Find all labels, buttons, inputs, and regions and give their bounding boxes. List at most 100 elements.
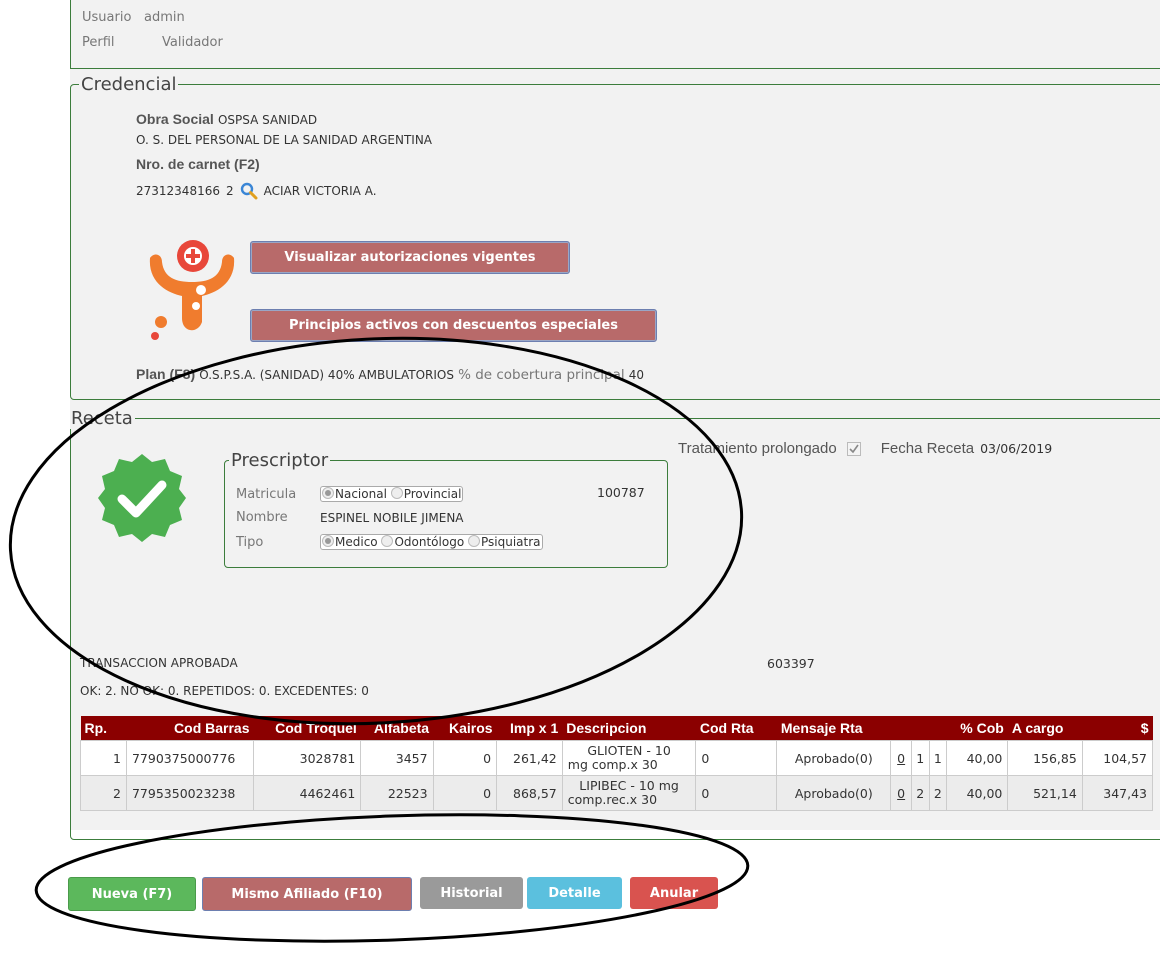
perfil-value: Validador bbox=[162, 35, 223, 50]
col-kairos: Kairos bbox=[433, 716, 497, 741]
prescriptor-legend: Prescriptor bbox=[231, 450, 329, 471]
cell-mensaje-rta: Aprobado(0) bbox=[776, 740, 892, 776]
cell-cod-rta: 0 bbox=[695, 740, 778, 776]
historial-button[interactable]: Historial bbox=[420, 877, 523, 909]
user-info-box bbox=[70, 0, 1160, 69]
carnet-number: 27312348166 bbox=[136, 184, 220, 198]
cell-pesos: 347,43 bbox=[1081, 775, 1154, 811]
cell-alfabeta: 3457 bbox=[360, 740, 434, 776]
table-row: 1 7790375000776 3028781 3457 0 261,42 GL… bbox=[80, 740, 1154, 776]
cell-link[interactable]: 0 bbox=[890, 775, 913, 811]
afiliado-name: ACIAR VICTORIA A. bbox=[263, 184, 377, 198]
nueva-button[interactable]: Nueva (F7) bbox=[68, 877, 196, 911]
plan-row: Plan (F8) O.S.P.S.A. (SANIDAD) 40% AMBUL… bbox=[136, 366, 644, 383]
tipo-option-psiquiatra: Psiquiatra bbox=[481, 535, 541, 549]
obra-social-label: Obra Social bbox=[136, 111, 214, 127]
perfil-row: Perfil Validador bbox=[82, 35, 223, 50]
cell-cob: 40,00 bbox=[946, 775, 1009, 811]
usuario-row: Usuario admin bbox=[82, 10, 185, 25]
cobertura-value: 40 bbox=[628, 368, 645, 382]
desc-line1: LIPIBEC - 10 mg bbox=[579, 778, 679, 793]
tipo-psiquiatra-radio[interactable] bbox=[468, 535, 480, 547]
carnet-row: 27312348166 2 ACIAR VICTORIA A. bbox=[136, 182, 377, 200]
desc-line1: GLIOTEN - 10 bbox=[587, 743, 671, 758]
fecha-receta-label: Fecha Receta bbox=[880, 440, 975, 457]
matricula-radio-group: Nacional Provincial bbox=[320, 486, 464, 502]
credencial-legend: Credencial bbox=[81, 74, 177, 95]
col-rp: Rp. bbox=[80, 716, 127, 741]
plan-label: Plan (F8) bbox=[136, 366, 196, 382]
cell-kairos: 0 bbox=[432, 740, 498, 776]
matricula-nacional-radio[interactable] bbox=[322, 487, 334, 499]
cell-pesos: 104,57 bbox=[1081, 740, 1154, 776]
receta-legend: Receta bbox=[71, 408, 133, 429]
matricula-option-nacional: Nacional bbox=[335, 487, 387, 501]
cell-rp: 1 bbox=[80, 740, 127, 776]
tipo-row: Tipo Medico Odontólogo Psiquiatra bbox=[236, 534, 543, 550]
tipo-odontologo-radio[interactable] bbox=[381, 535, 394, 547]
visualizar-autorizaciones-button[interactable]: Visualizar autorizaciones vigentes bbox=[250, 241, 570, 274]
nombre-row: Nombre ESPINEL NOBILE JIMENA bbox=[236, 510, 464, 525]
plan-value: O.S.P.S.A. (SANIDAD) 40% AMBULATORIOS bbox=[199, 368, 454, 382]
cell-c2: 2 bbox=[928, 775, 948, 811]
col-cob: % Cob bbox=[946, 716, 1008, 741]
cell-cod-troquel: 4462461 bbox=[252, 775, 362, 811]
search-icon[interactable] bbox=[240, 182, 258, 200]
transaccion-summary: OK: 2. NO OK: 0. REPETIDOS: 0. EXCEDENTE… bbox=[80, 684, 369, 698]
col-cod-barras: Cod Barras bbox=[126, 716, 254, 741]
perfil-label: Perfil bbox=[82, 35, 115, 50]
principios-activos-button[interactable]: Principios activos con descuentos especi… bbox=[250, 309, 657, 342]
cell-c1: 2 bbox=[911, 775, 930, 811]
col-descripcion: Descripcion bbox=[562, 716, 696, 741]
obra-social-code: OSPSA SANIDAD bbox=[217, 113, 318, 127]
anular-button[interactable]: Anular bbox=[630, 877, 718, 909]
table-header-row: Rp. Cod Barras Cod Troquel Alfabeta Kair… bbox=[80, 716, 1153, 741]
mismo-afiliado-button[interactable]: Mismo Afiliado (F10) bbox=[202, 877, 412, 911]
tipo-option-medico: Medico bbox=[335, 535, 378, 549]
matricula-row: Matricula Nacional Provincial bbox=[236, 486, 464, 502]
col-blank-2 bbox=[911, 716, 930, 741]
tipo-label: Tipo bbox=[236, 534, 264, 550]
nombre-value: ESPINEL NOBILE JIMENA bbox=[320, 510, 464, 525]
prescriptor-fieldset: Prescriptor bbox=[224, 450, 668, 568]
col-mensaje-rta: Mensaje Rta bbox=[776, 716, 891, 741]
cell-imp: 261,42 bbox=[496, 740, 563, 776]
obra-social-row: Obra Social OSPSA SANIDAD bbox=[136, 111, 317, 128]
tratamiento-checkbox[interactable] bbox=[846, 441, 861, 456]
tipo-medico-radio[interactable] bbox=[322, 535, 334, 547]
cell-rp: 2 bbox=[80, 775, 127, 811]
table-row: 2 7795350023238 4462461 22523 0 868,57 L… bbox=[80, 775, 1154, 811]
desc-line2: mg comp.x 30 bbox=[567, 757, 658, 772]
cell-link[interactable]: 0 bbox=[890, 740, 913, 776]
col-imp: Imp x 1 bbox=[496, 716, 563, 741]
col-blank-3 bbox=[929, 716, 947, 741]
fecha-receta-value: 03/06/2019 bbox=[980, 441, 1053, 456]
col-a-cargo: A cargo bbox=[1007, 716, 1083, 741]
cobertura-label: % de cobertura principal bbox=[458, 367, 625, 383]
tipo-radio-group: Medico Odontólogo Psiquiatra bbox=[320, 534, 543, 550]
desc-line2: comp.rec.x 30 bbox=[567, 792, 658, 807]
cell-cod-barras: 7795350023238 bbox=[125, 775, 255, 811]
carnet-label: Nro. de carnet (F2) bbox=[136, 156, 260, 172]
cell-a-cargo: 521,14 bbox=[1007, 775, 1083, 811]
matricula-label: Matricula bbox=[236, 486, 297, 502]
affiliate-figure-icon bbox=[146, 238, 238, 344]
tratamiento-label: Tratamiento prolongado bbox=[678, 440, 837, 457]
cell-alfabeta: 22523 bbox=[360, 775, 434, 811]
col-cod-rta: Cod Rta bbox=[695, 716, 777, 741]
col-pesos: $ bbox=[1082, 716, 1153, 741]
col-cod-troquel: Cod Troquel bbox=[253, 716, 361, 741]
nombre-label: Nombre bbox=[236, 510, 288, 525]
cell-a-cargo: 156,85 bbox=[1007, 740, 1083, 776]
detalle-button[interactable]: Detalle bbox=[527, 877, 622, 909]
items-table: Rp. Cod Barras Cod Troquel Alfabeta Kair… bbox=[80, 716, 1154, 811]
matricula-provincial-radio[interactable] bbox=[390, 487, 403, 499]
matricula-option-provincial: Provincial bbox=[403, 487, 462, 501]
cell-cod-rta: 0 bbox=[695, 775, 778, 811]
cell-kairos: 0 bbox=[432, 775, 498, 811]
tipo-option-odontologo: Odontólogo bbox=[394, 535, 465, 549]
transaccion-status: TRANSACCION APROBADA bbox=[80, 656, 238, 670]
cell-imp: 868,57 bbox=[496, 775, 563, 811]
cell-c2: 1 bbox=[928, 740, 948, 776]
cell-descripcion: GLIOTEN - 10 mg comp.x 30 bbox=[561, 740, 697, 776]
